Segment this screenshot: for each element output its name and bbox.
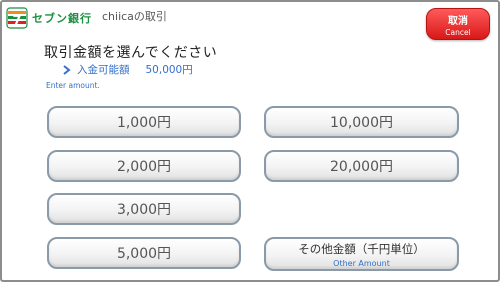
amount-button-3000[interactable]: 3,000円	[47, 193, 241, 225]
page-title: 取引金額を選んでください	[44, 45, 218, 61]
amount-label: 20,000円	[330, 159, 393, 175]
amount-label: 10,000円	[330, 115, 393, 131]
svg-text:7: 7	[12, 14, 21, 29]
cancel-label: 取消	[448, 16, 468, 27]
seven-logo-icon: 7	[6, 6, 28, 30]
screen-title: chiicaの取引	[102, 10, 167, 23]
other-amount-label: その他金額（千円単位）	[298, 241, 425, 256]
atm-screen: 7 セブン銀行 chiicaの取引 取消 Cancel 取引金額を選んでください…	[0, 0, 500, 282]
brand-name: セブン銀行	[32, 12, 92, 25]
page-subtitle-en: Enter amount.	[46, 81, 100, 90]
amount-label: 5,000円	[116, 246, 172, 262]
amount-button-20000[interactable]: 20,000円	[264, 150, 459, 182]
amount-label: 1,000円	[116, 115, 172, 131]
other-amount-button[interactable]: その他金額（千円単位） Other Amount	[264, 237, 459, 271]
seven-bank-logo: 7 セブン銀行	[6, 6, 92, 30]
cancel-button[interactable]: 取消 Cancel	[426, 8, 490, 40]
amount-label: 2,000円	[116, 159, 172, 175]
cancel-sublabel: Cancel	[445, 28, 471, 37]
amount-button-1000[interactable]: 1,000円	[47, 106, 241, 138]
chevron-right-icon	[62, 64, 71, 75]
available-deposit-label: 入金可能額	[77, 64, 130, 76]
other-amount-label-en: Other Amount	[333, 258, 390, 268]
available-deposit: 入金可能額 50,000円	[62, 62, 193, 77]
amount-button-10000[interactable]: 10,000円	[264, 106, 459, 138]
header: 7 セブン銀行 chiicaの取引 取消 Cancel	[2, 2, 498, 40]
amount-label: 3,000円	[116, 202, 172, 218]
available-deposit-value: 50,000円	[145, 64, 193, 76]
amount-button-2000[interactable]: 2,000円	[47, 150, 241, 182]
amount-button-5000[interactable]: 5,000円	[47, 237, 241, 269]
